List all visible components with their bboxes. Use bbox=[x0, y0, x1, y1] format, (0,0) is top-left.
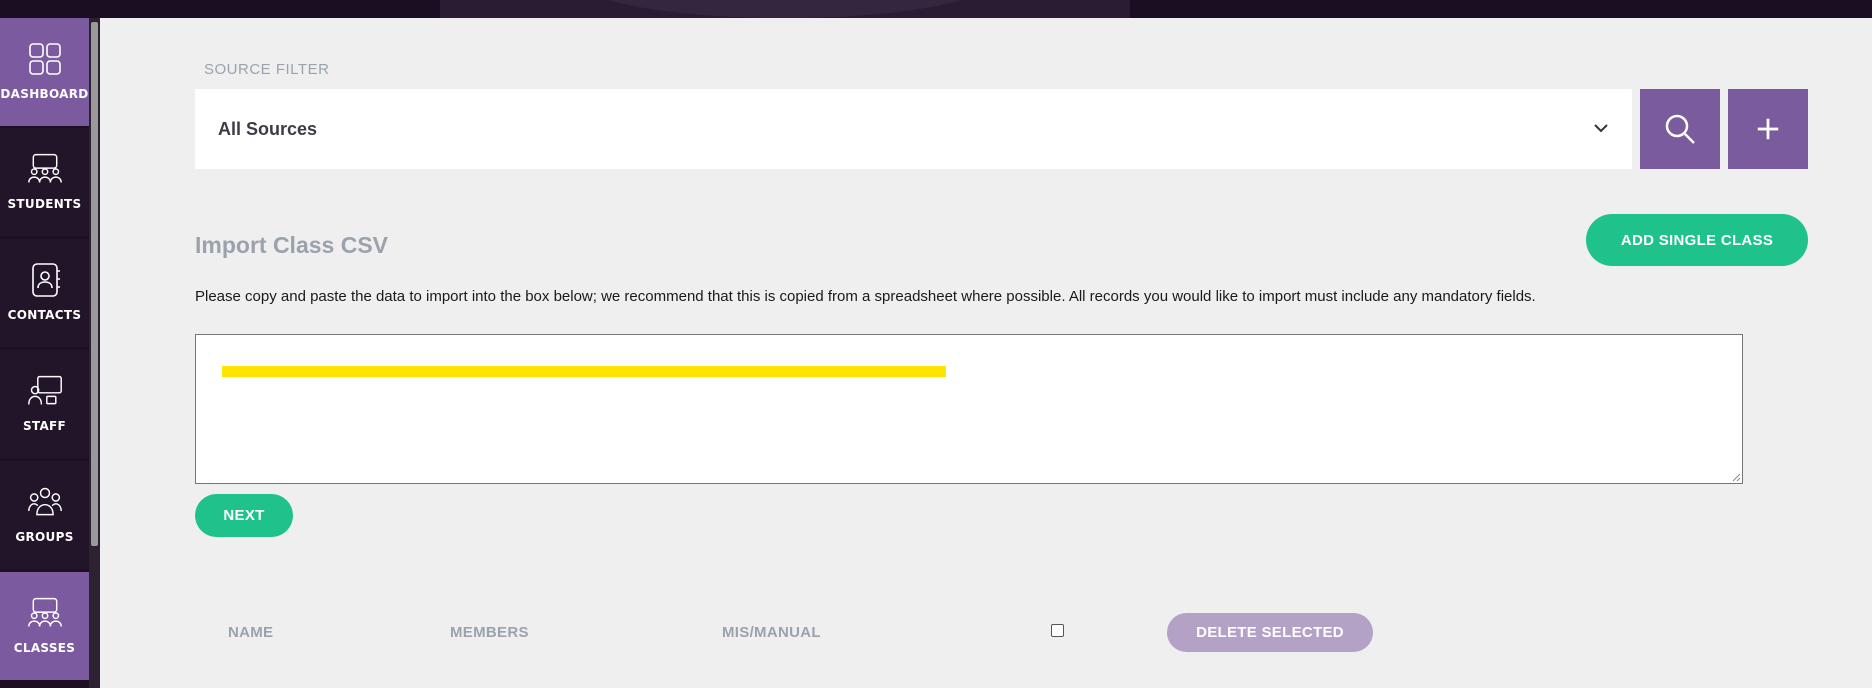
sidebar-item-label: DASHBOARD bbox=[0, 87, 89, 101]
column-header-mis-manual[interactable]: MIS/MANUAL bbox=[722, 624, 821, 641]
sidebar-item-classes[interactable]: CLASSES bbox=[0, 572, 89, 680]
search-button[interactable] bbox=[1640, 89, 1720, 169]
page-title: Import Class CSV bbox=[195, 232, 388, 258]
sidebar-item-label: CONTACTS bbox=[7, 308, 82, 322]
sidebar-item-staff[interactable]: STAFF bbox=[0, 350, 89, 458]
search-icon bbox=[1665, 114, 1695, 144]
column-header-members[interactable]: MEMBERS bbox=[450, 624, 529, 641]
sidebar-item-label: STAFF bbox=[22, 419, 67, 433]
sidebar-item-label: STUDENTS bbox=[7, 197, 82, 211]
next-button[interactable]: NEXT bbox=[195, 494, 293, 537]
sidebar: DASHBOARD STUDENTS CONTACTS STAFF GROUPS… bbox=[0, 18, 100, 688]
add-button[interactable] bbox=[1728, 89, 1808, 169]
grid-icon bbox=[28, 43, 61, 75]
resize-handle-icon[interactable] bbox=[1731, 472, 1741, 482]
sidebar-item-dashboard[interactable]: DASHBOARD bbox=[0, 18, 89, 126]
students-icon bbox=[27, 153, 62, 183]
plus-icon bbox=[1757, 118, 1779, 140]
sidebar-item-label: GROUPS bbox=[15, 530, 74, 544]
select-all-checkbox[interactable] bbox=[1051, 624, 1064, 637]
redacted-highlight bbox=[222, 366, 946, 377]
csv-input-textarea[interactable] bbox=[195, 334, 1743, 484]
chevron-down-icon bbox=[1594, 124, 1608, 133]
sidebar-scrollbar-thumb[interactable] bbox=[91, 22, 98, 546]
source-filter-label: SOURCE FILTER bbox=[204, 61, 330, 78]
import-instructions: Please copy and paste the data to import… bbox=[195, 288, 1536, 305]
sidebar-item-label: CLASSES bbox=[13, 641, 76, 655]
top-bar bbox=[0, 0, 1872, 18]
classes-icon bbox=[27, 597, 62, 627]
contacts-icon bbox=[31, 263, 60, 297]
sidebar-item-contacts[interactable]: CONTACTS bbox=[0, 239, 89, 347]
add-single-class-button[interactable]: ADD SINGLE CLASS bbox=[1586, 214, 1808, 266]
source-filter-select[interactable]: All Sources bbox=[195, 89, 1632, 169]
sidebar-item-students[interactable]: STUDENTS bbox=[0, 128, 89, 236]
staff-icon bbox=[27, 375, 62, 405]
delete-selected-button[interactable]: DELETE SELECTED bbox=[1167, 613, 1373, 652]
source-filter-value: All Sources bbox=[218, 118, 318, 139]
column-header-name[interactable]: NAME bbox=[228, 624, 273, 641]
groups-icon bbox=[27, 487, 62, 516]
sidebar-item-groups[interactable]: GROUPS bbox=[0, 461, 89, 569]
